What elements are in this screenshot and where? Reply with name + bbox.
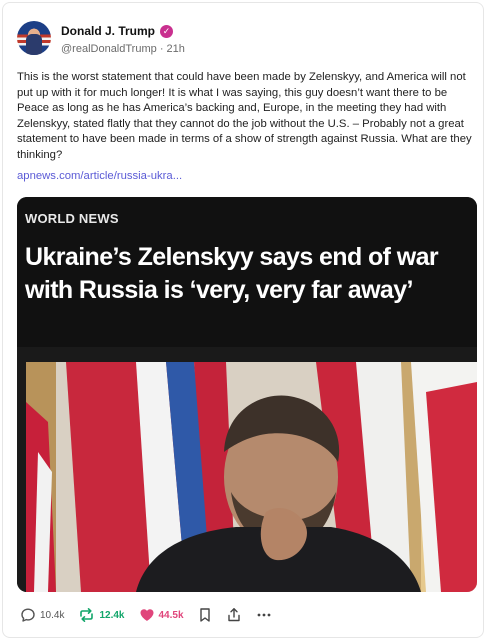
share-icon xyxy=(227,608,240,622)
card-headline: Ukraine’s Zelenskyy says end of war with… xyxy=(25,243,439,304)
verified-badge-icon: ✓ xyxy=(160,24,174,38)
post-body: This is the worst statement that could h… xyxy=(17,71,472,161)
like-button[interactable]: 44.5k xyxy=(139,607,184,623)
post-time[interactable]: 21h xyxy=(167,43,185,55)
more-options-button[interactable] xyxy=(256,607,272,623)
action-bar: 10.4k 12.4k 44.5k xyxy=(20,606,286,624)
author-avatar[interactable] xyxy=(17,21,51,55)
repost-count: 12.4k xyxy=(99,609,125,621)
meta-separator: · xyxy=(159,43,164,55)
author-handle[interactable]: @realDonaldTrump xyxy=(61,43,157,55)
card-header: WORLD NEWS Ukraine’s Zelenskyy says end … xyxy=(17,197,477,347)
author-name-row: Donald J. Trump ✓ xyxy=(61,24,174,38)
reply-icon xyxy=(21,608,35,622)
article-link[interactable]: apnews.com/article/russia-ukra... xyxy=(17,170,182,182)
reply-count: 10.4k xyxy=(40,609,65,621)
article-photo xyxy=(26,362,477,592)
author-name[interactable]: Donald J. Trump xyxy=(61,24,155,38)
share-button[interactable] xyxy=(226,607,242,623)
repost-button[interactable]: 12.4k xyxy=(78,607,125,623)
reply-button[interactable]: 10.4k xyxy=(20,607,64,623)
like-icon xyxy=(140,609,153,621)
link-preview-card[interactable]: WORLD NEWS Ukraine’s Zelenskyy says end … xyxy=(17,197,477,592)
author-meta: @realDonaldTrump · 21h xyxy=(61,43,185,55)
more-icon xyxy=(257,613,270,617)
bookmark-button[interactable] xyxy=(198,607,212,623)
card-kicker: WORLD NEWS xyxy=(25,211,119,226)
like-count: 44.5k xyxy=(158,609,184,621)
bookmark-icon xyxy=(199,608,210,622)
card-edge xyxy=(17,347,26,592)
repost-icon xyxy=(80,608,94,622)
